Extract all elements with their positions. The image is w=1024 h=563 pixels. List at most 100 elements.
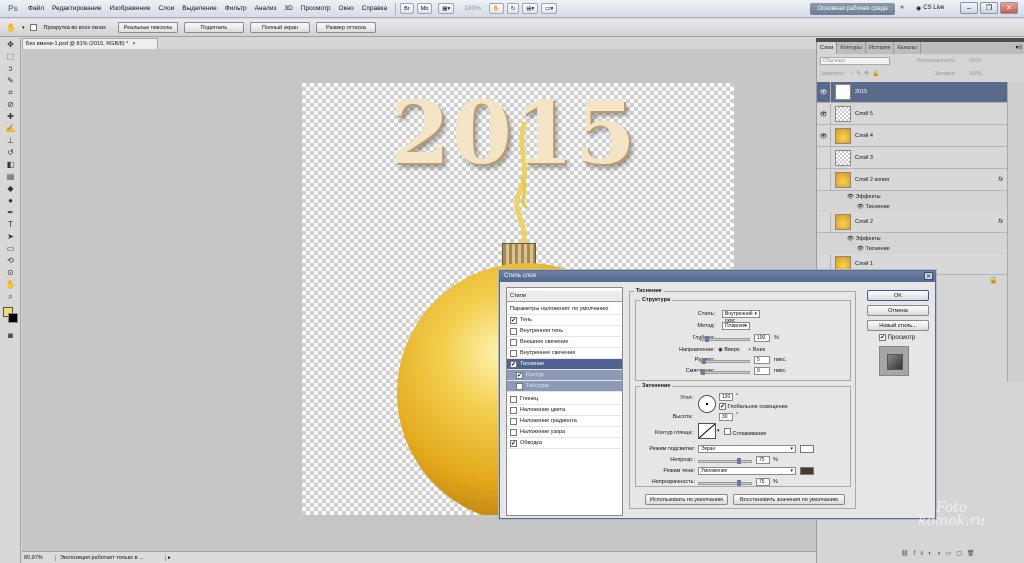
effects-row[interactable]: 👁 Эффекты <box>831 192 1007 202</box>
eyedropper-tool-icon[interactable]: ⊘ <box>2 99 19 110</box>
close-icon[interactable]: ✕ <box>1000 2 1018 14</box>
quick-select-tool-icon[interactable]: ✎ <box>2 75 19 86</box>
pen-tool-icon[interactable]: ✒ <box>2 207 19 218</box>
style-item-blending-options[interactable]: Параметры наложения: по умолчанию <box>507 304 622 315</box>
quick-mask-icon[interactable]: ◙ <box>2 330 19 341</box>
path-select-tool-icon[interactable]: ➤ <box>2 231 19 242</box>
highlight-mode-select[interactable]: Экран <box>698 445 796 453</box>
depth-slider-knob[interactable] <box>705 336 709 342</box>
brush-tool-icon[interactable]: ✍ <box>2 123 19 134</box>
angle-dial[interactable] <box>698 395 716 413</box>
style-checkbox[interactable] <box>516 382 523 390</box>
style-item-drop-shadow[interactable]: ✔ Тень <box>507 315 622 326</box>
effects-row[interactable]: 👁 Эффекты <box>831 234 1007 244</box>
3d-rotate-tool-icon[interactable]: ⟲ <box>2 255 19 266</box>
status-zoom[interactable]: 80,97% <box>22 554 56 561</box>
visibility-toggle[interactable] <box>817 169 831 191</box>
actual-pixels-button[interactable]: Реальные пикселы <box>117 22 178 33</box>
style-item-satin[interactable]: Глянец <box>507 394 622 405</box>
status-arrow-icon[interactable]: ▸ <box>166 555 171 561</box>
direction-down-radio[interactable]: ○ <box>748 347 751 353</box>
guides-button[interactable]: ▦▾ <box>438 3 455 14</box>
styles-header[interactable]: Стили <box>507 291 622 302</box>
style-select[interactable]: Внутренний скос <box>722 310 760 324</box>
style-checkbox[interactable] <box>510 417 517 425</box>
eraser-tool-icon[interactable]: ◧ <box>2 159 19 170</box>
hand-tool-icon[interactable]: ✋ <box>2 279 19 290</box>
style-checkbox[interactable]: ✔ <box>516 371 523 379</box>
shape-tool-icon[interactable]: ▭ <box>2 243 19 254</box>
background-color[interactable] <box>8 313 18 323</box>
visibility-eye-icon[interactable]: 👁 <box>817 103 831 125</box>
marquee-tool-icon[interactable]: ⬚ <box>2 51 19 62</box>
fit-screen-button[interactable]: Подогнать <box>183 22 244 33</box>
new-style-button[interactable]: Новый стиль... <box>867 320 929 331</box>
crop-tool-icon[interactable]: ⌗ <box>2 87 19 98</box>
style-checkbox[interactable]: ✔ <box>510 439 517 447</box>
highlight-color-swatch[interactable] <box>800 445 814 453</box>
opacity-value[interactable]: 100% <box>969 58 982 64</box>
style-item-outer-glow[interactable]: Внешнее свечение <box>507 337 622 348</box>
style-checkbox[interactable] <box>510 395 517 403</box>
global-light-checkbox[interactable]: ✔ <box>719 403 726 410</box>
depth-input[interactable]: 100 <box>754 334 770 342</box>
close-tab-icon[interactable]: × <box>132 41 135 47</box>
style-item-stroke[interactable]: ✔ Обводка <box>507 438 622 449</box>
layer-row[interactable]: 👁 Слой 4 <box>817 125 1007 147</box>
layer-row[interactable]: 👁 Слой 5 <box>817 103 1007 125</box>
highlight-opacity-knob[interactable] <box>737 458 741 464</box>
style-checkbox[interactable] <box>510 428 517 436</box>
workspace-button[interactable]: Основная рабочая среда <box>810 3 895 15</box>
blur-tool-icon[interactable]: ◆ <box>2 183 19 194</box>
arrange-documents-icon[interactable]: ▤▾ <box>522 3 539 14</box>
bridge-button[interactable]: Br <box>400 3 414 14</box>
more-workspaces-icon[interactable]: » <box>900 4 904 11</box>
screen-mode-icon[interactable]: ▭▾ <box>541 3 558 14</box>
fill-value[interactable]: 100% <box>969 71 982 77</box>
fx-icon[interactable]: fx <box>998 219 1007 225</box>
shadow-opacity-knob[interactable] <box>737 480 741 486</box>
highlight-opacity-input[interactable]: 75 <box>756 456 770 464</box>
contour-dropdown-icon[interactable]: ▾ <box>717 428 720 434</box>
style-item-inner-shadow[interactable]: Внутренняя тень <box>507 326 622 337</box>
style-item-pattern-overlay[interactable]: Наложение узора <box>507 427 622 438</box>
hand-tool-icon[interactable]: ✋ <box>6 23 16 32</box>
menu-edit[interactable]: Редактирование <box>48 5 106 12</box>
dodge-tool-icon[interactable]: ● <box>2 195 19 206</box>
hand-tool-icon[interactable]: ✋ <box>488 3 504 14</box>
stamp-tool-icon[interactable]: ⊥ <box>2 135 19 146</box>
layer-row[interactable]: Слой 3 <box>817 147 1007 169</box>
altitude-input[interactable]: 30 <box>719 413 733 421</box>
highlight-opacity-slider[interactable] <box>698 458 752 464</box>
style-item-inner-glow[interactable]: Внутреннее свечение <box>507 348 622 359</box>
visibility-eye-icon[interactable]: 👁 <box>817 81 831 103</box>
style-checkbox[interactable]: ✔ <box>510 316 517 324</box>
menu-help[interactable]: Справка <box>358 5 392 12</box>
menu-filter[interactable]: Фильтр <box>221 5 251 12</box>
menu-select[interactable]: Выделение <box>178 5 220 12</box>
direction-up-radio[interactable]: ◉ <box>718 347 723 353</box>
style-item-texture[interactable]: Текстура <box>507 381 622 392</box>
menu-analysis[interactable]: Анализ <box>251 5 281 12</box>
3d-orbit-tool-icon[interactable]: ⊙ <box>2 267 19 278</box>
move-tool-icon[interactable]: ✥ <box>2 39 19 50</box>
panel-menu-icon[interactable]: ▾≡ <box>1015 42 1024 54</box>
document-tab[interactable]: Без имени-1.psd @ 81% (2015, RGB/8) * × <box>22 38 158 49</box>
preview-checkbox[interactable]: ✔ <box>879 334 886 341</box>
effect-eye-icon[interactable]: 👁 <box>857 204 866 210</box>
tool-preset-dropdown-icon[interactable]: ▾ <box>22 25 25 31</box>
style-item-bevel-emboss[interactable]: ✔ Тиснение <box>507 359 622 370</box>
effects-eye-icon[interactable]: 👁 <box>847 236 856 242</box>
gloss-contour-picker[interactable] <box>698 423 716 439</box>
visibility-eye-icon[interactable]: 👁 <box>817 125 831 147</box>
shadow-mode-select[interactable]: Умножение <box>698 467 796 475</box>
dialog-close-icon[interactable]: ✕ <box>924 272 933 280</box>
scroll-all-checkbox[interactable] <box>30 24 38 31</box>
tab-layers[interactable]: Слои <box>817 42 838 54</box>
restore-default-button[interactable]: Восстановить значения по умолчанию <box>733 494 845 505</box>
menu-layers[interactable]: Слои <box>154 5 178 12</box>
visibility-toggle[interactable] <box>817 147 831 169</box>
style-checkbox[interactable] <box>510 406 517 414</box>
type-tool-icon[interactable]: T <box>2 219 19 230</box>
ok-button[interactable]: OK <box>867 290 929 301</box>
